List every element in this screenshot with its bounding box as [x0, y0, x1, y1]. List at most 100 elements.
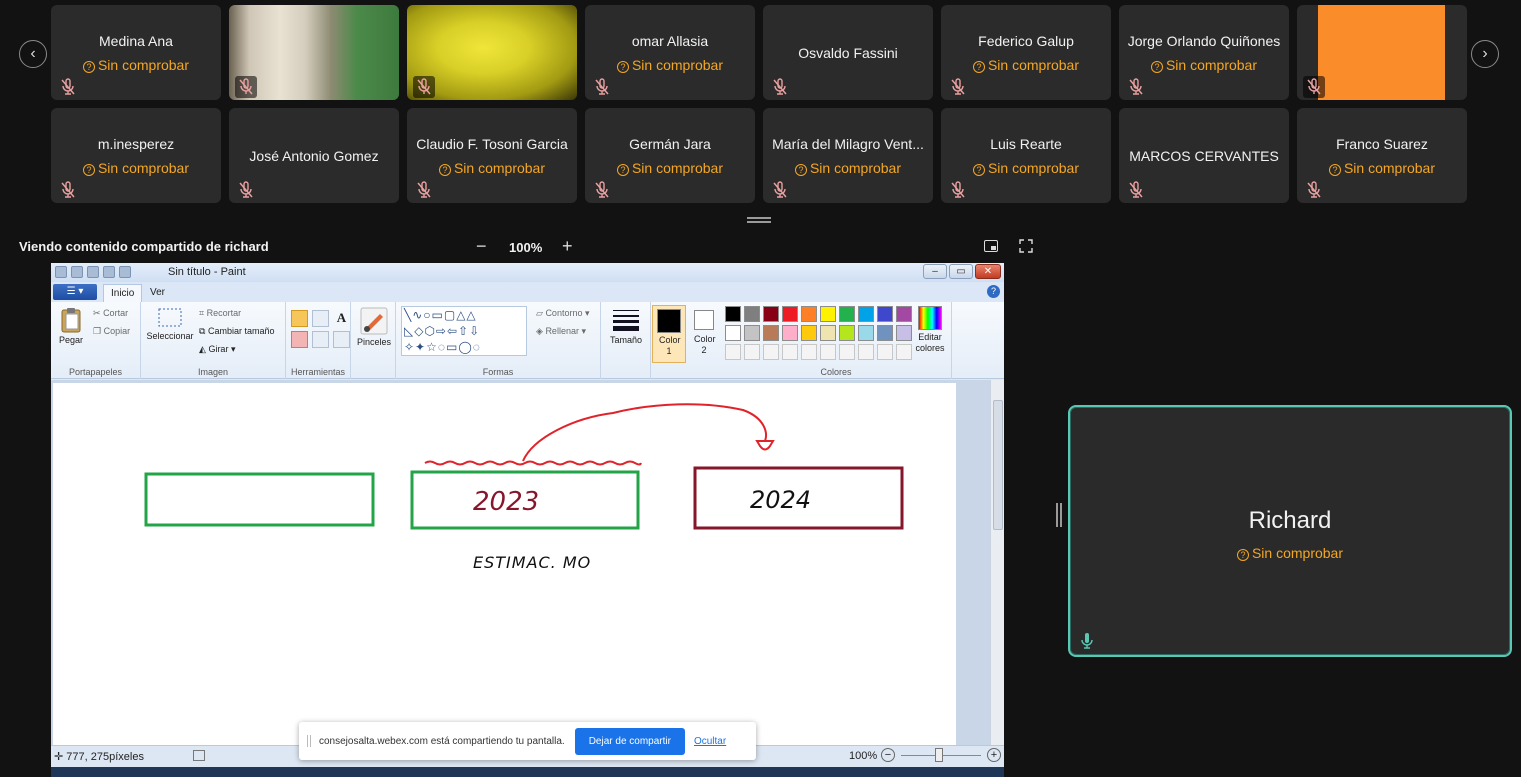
scrollbar-thumb[interactable]: [993, 400, 1003, 530]
eraser-icon[interactable]: [291, 331, 308, 348]
speaker-name: Richard: [1248, 507, 1332, 534]
save-icon[interactable]: [71, 266, 83, 278]
color-swatch[interactable]: [801, 306, 817, 322]
participant-tile[interactable]: Osvaldo Fassini: [763, 5, 933, 100]
participant-tile[interactable]: m.inesperez ? Sin comprobar: [51, 108, 221, 203]
rotate-button[interactable]: ◭ Girar ▾: [199, 344, 235, 355]
active-speaker-tile[interactable]: Richard ? Sin comprobar: [1068, 405, 1512, 657]
participant-tile[interactable]: [1297, 5, 1467, 100]
fullscreen-icon[interactable]: [1019, 239, 1033, 253]
status-zoom-in[interactable]: +: [987, 748, 1001, 762]
next-page-button[interactable]: ›: [1471, 40, 1499, 68]
participant-tile[interactable]: Jorge Orlando Quiñones ? Sin comprobar: [1119, 5, 1289, 100]
new-icon[interactable]: [119, 266, 131, 278]
participant-tile[interactable]: [229, 5, 399, 100]
previous-page-button[interactable]: ‹: [19, 40, 47, 68]
participant-tile[interactable]: Federico Galup ? Sin comprobar: [941, 5, 1111, 100]
crosshair-icon: ✛: [54, 751, 64, 763]
participant-tile[interactable]: [407, 5, 577, 100]
empty-color-slot[interactable]: [801, 344, 817, 360]
status-zoom-out[interactable]: −: [881, 748, 895, 762]
color1-button[interactable]: Color 1: [652, 305, 686, 363]
empty-color-slot[interactable]: [782, 344, 798, 360]
participant-tile[interactable]: María del Milagro Vent... ? Sin comprobar: [763, 108, 933, 203]
color-swatch[interactable]: [877, 306, 893, 322]
empty-color-slot[interactable]: [820, 344, 836, 360]
size-button[interactable]: Tamaño: [610, 307, 642, 345]
resize-button[interactable]: ⧉ Cambiar tamaño: [199, 326, 274, 337]
edit-colors-button[interactable]: Editar colores: [913, 306, 947, 354]
paste-button[interactable]: Pegar: [57, 307, 85, 345]
panel-resize-handle[interactable]: [1056, 503, 1062, 527]
color-swatch[interactable]: [858, 306, 874, 322]
drag-grip-icon[interactable]: [307, 735, 311, 747]
participant-tile[interactable]: José Antonio Gomez: [229, 108, 399, 203]
empty-color-slot[interactable]: [763, 344, 779, 360]
color-swatch[interactable]: [820, 325, 836, 341]
participant-tile[interactable]: MARCOS CERVANTES: [1119, 108, 1289, 203]
color-swatch[interactable]: [896, 325, 912, 341]
empty-color-slot[interactable]: [858, 344, 874, 360]
empty-color-slot[interactable]: [839, 344, 855, 360]
brushes-button[interactable]: Pinceles: [355, 307, 393, 347]
magnifier-icon[interactable]: [333, 331, 350, 348]
pencil-icon[interactable]: [291, 310, 308, 327]
vertical-scrollbar[interactable]: [990, 380, 1004, 745]
participant-tile[interactable]: Germán Jara ? Sin comprobar: [585, 108, 755, 203]
color-swatch[interactable]: [744, 325, 760, 341]
grid-resize-handle[interactable]: [747, 217, 771, 223]
color-swatch[interactable]: [839, 306, 855, 322]
color-swatch[interactable]: [858, 325, 874, 341]
participant-tile[interactable]: Luis Rearte ? Sin comprobar: [941, 108, 1111, 203]
close-icon[interactable]: ✕: [975, 264, 1001, 279]
cut-button[interactable]: ✂ Cortar: [93, 308, 128, 319]
color-swatch[interactable]: [744, 306, 760, 322]
muted-mic-icon: [61, 78, 75, 95]
color-swatch[interactable]: [820, 306, 836, 322]
color2-button[interactable]: Color 2: [689, 305, 719, 356]
paint-canvas[interactable]: 2023 2024 ESTIMAC. MO: [53, 383, 956, 745]
outline-button[interactable]: ▱ Contorno ▾: [536, 308, 590, 319]
crop-button[interactable]: ⌗ Recortar: [199, 308, 241, 319]
color-swatch[interactable]: [782, 325, 798, 341]
text-icon[interactable]: A: [333, 310, 350, 327]
help-icon[interactable]: ?: [987, 285, 1000, 298]
color-swatch[interactable]: [801, 325, 817, 341]
participant-tile[interactable]: Medina Ana ? Sin comprobar: [51, 5, 221, 100]
copy-button[interactable]: ❐ Copiar: [93, 326, 130, 337]
question-icon: ?: [82, 61, 95, 73]
tab-inicio[interactable]: Inicio: [103, 284, 143, 302]
color-swatch[interactable]: [896, 306, 912, 322]
fill-icon[interactable]: [312, 310, 329, 327]
empty-color-slot[interactable]: [744, 344, 760, 360]
participant-tile[interactable]: omar Allasia ? Sin comprobar: [585, 5, 755, 100]
stop-sharing-button[interactable]: Dejar de compartir: [574, 727, 685, 755]
color-swatch[interactable]: [782, 306, 798, 322]
zoom-in-button[interactable]: +: [562, 236, 573, 257]
participant-tile[interactable]: Franco Suarez ? Sin comprobar: [1297, 108, 1467, 203]
color-picker-icon[interactable]: [312, 331, 329, 348]
undo-icon[interactable]: [87, 266, 99, 278]
file-menu-button[interactable]: ☰ ▾: [53, 284, 97, 300]
empty-color-slot[interactable]: [877, 344, 893, 360]
select-button[interactable]: Seleccionar: [145, 307, 195, 341]
zoom-slider-thumb[interactable]: [935, 748, 943, 762]
color-swatch[interactable]: [839, 325, 855, 341]
shapes-gallery[interactable]: ╲∿○▭▢△△ ◺◇⬡⇨⇦⇧⇩ ✧✦☆◌▭◯◌: [401, 306, 527, 356]
empty-color-slot[interactable]: [896, 344, 912, 360]
redo-icon[interactable]: [103, 266, 115, 278]
tab-ver[interactable]: Ver: [143, 284, 172, 302]
fill-button[interactable]: ◈ Rellenar ▾: [536, 326, 586, 337]
minimize-icon[interactable]: –: [923, 264, 947, 279]
participant-tile[interactable]: Claudio F. Tosoni Garcia ? Sin comprobar: [407, 108, 577, 203]
zoom-out-button[interactable]: −: [476, 236, 487, 257]
maximize-icon[interactable]: ▭: [949, 264, 973, 279]
color-swatch[interactable]: [725, 325, 741, 341]
color-swatch[interactable]: [725, 306, 741, 322]
color-swatch[interactable]: [763, 325, 779, 341]
pop-out-icon[interactable]: [984, 240, 998, 252]
empty-color-slot[interactable]: [725, 344, 741, 360]
hide-link[interactable]: Ocultar: [694, 736, 726, 747]
color-swatch[interactable]: [763, 306, 779, 322]
color-swatch[interactable]: [877, 325, 893, 341]
